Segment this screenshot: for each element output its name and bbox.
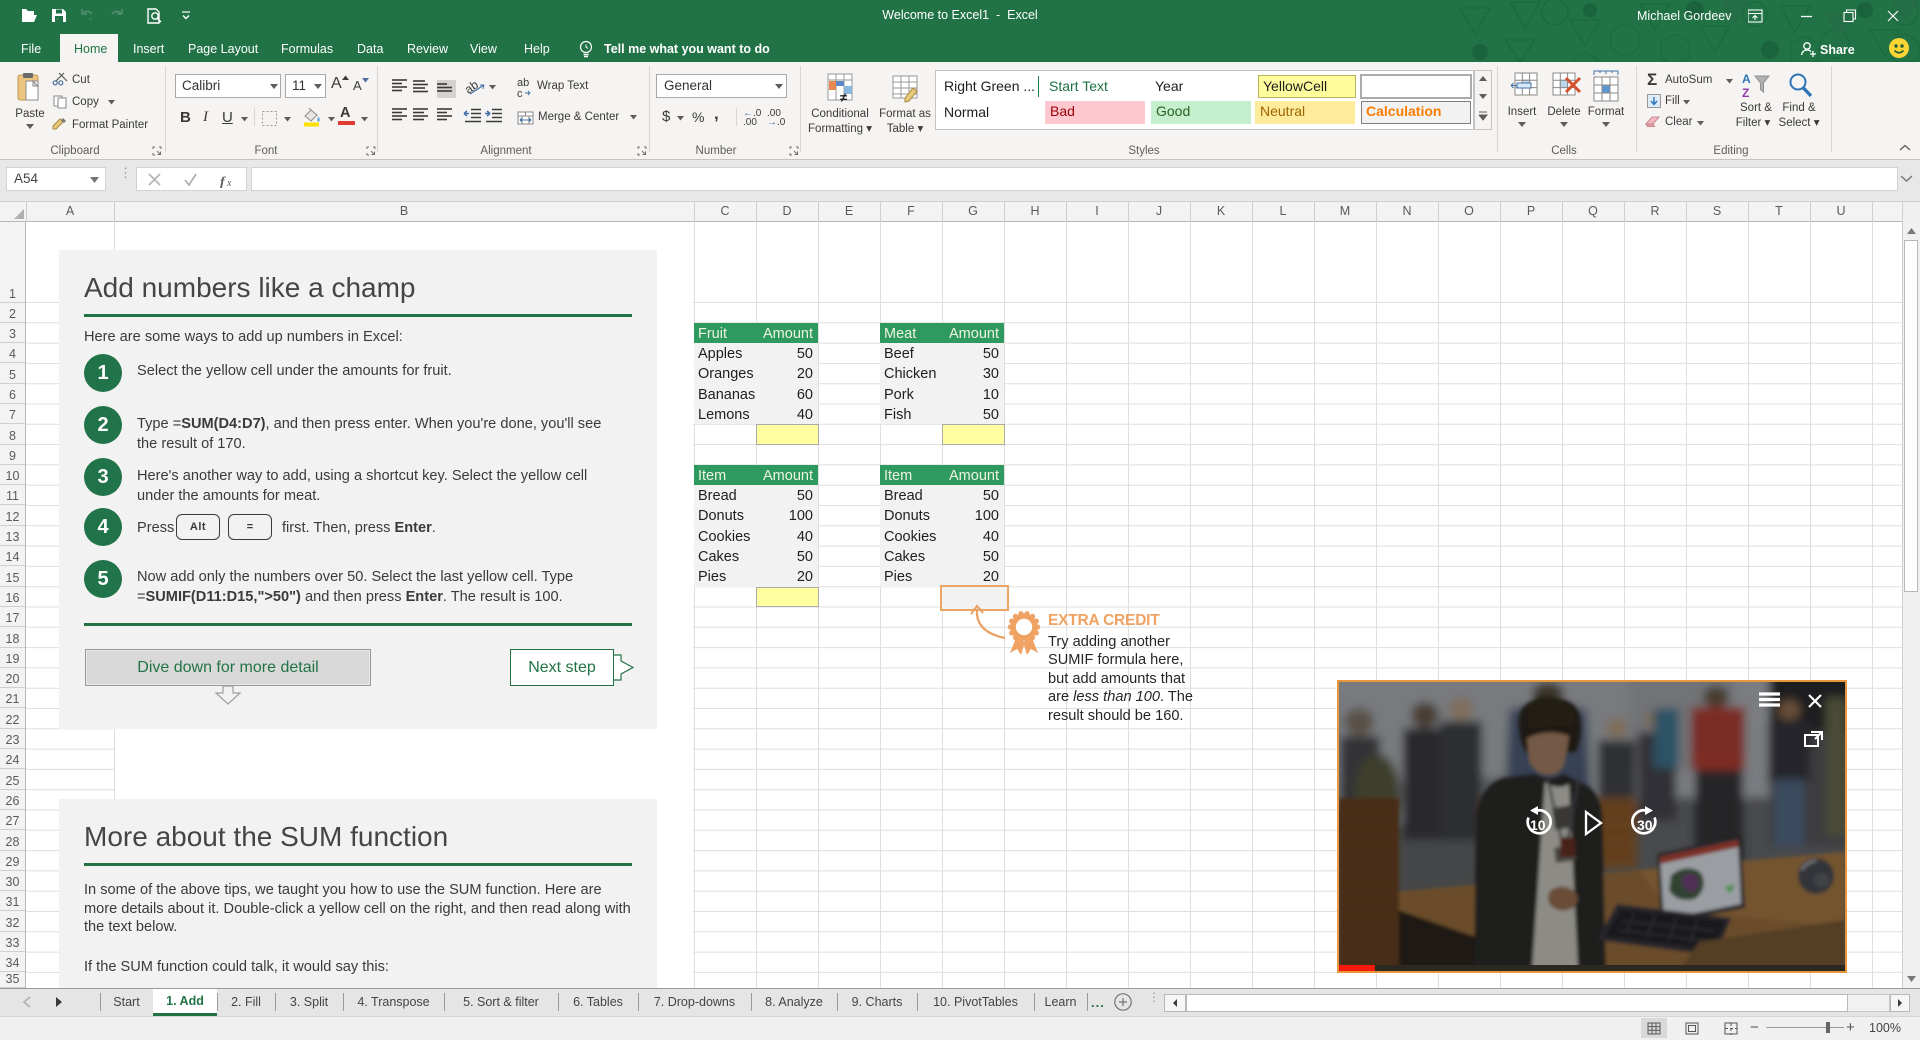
svg-text:f: f: [220, 175, 226, 188]
svg-text:≠: ≠: [840, 90, 847, 104]
svg-text:x: x: [226, 178, 232, 188]
svg-text:ab: ab: [466, 78, 481, 97]
svg-text:A: A: [1742, 72, 1751, 86]
svg-text:c: c: [517, 88, 523, 98]
svg-text:30: 30: [1637, 817, 1653, 833]
svg-text:10: 10: [1530, 817, 1546, 833]
svg-text:Z: Z: [1742, 86, 1749, 98]
